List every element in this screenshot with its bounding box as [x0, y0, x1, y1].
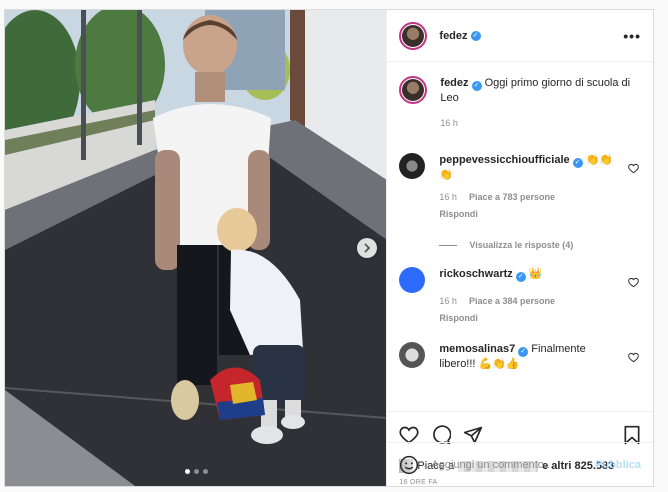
comment-item: memosalinas7 ✓ Finalmente libero!!! 💪👏👍: [399, 342, 641, 372]
view-replies-button[interactable]: Visualizza le risposte (4): [439, 240, 641, 250]
caption-avatar[interactable]: [399, 76, 428, 104]
comments-list[interactable]: fedez ✓ Oggi primo giorno di scuola di Le…: [387, 62, 653, 411]
verified-badge-icon: ✓: [515, 272, 526, 282]
comment-likes[interactable]: Piace a 384 persone: [469, 294, 555, 309]
post-modal: fedez ✓ ••• fedez ✓ Oggi primo giorno di …: [4, 9, 654, 487]
verified-badge-icon: ✓: [572, 158, 583, 168]
comment-input[interactable]: [431, 458, 596, 471]
carousel-dot: [194, 469, 199, 474]
view-replies-label: Visualizza le risposte (4): [469, 240, 574, 250]
comment-item: peppevessicchioufficiale ✓ 👏👏👏 16 h Piace…: [399, 153, 641, 222]
chevron-right-icon: [364, 243, 371, 253]
verified-badge-icon: ✓: [470, 30, 481, 41]
post-header: fedez ✓ •••: [387, 10, 653, 62]
carousel-dots: [185, 469, 208, 474]
publish-button[interactable]: Pubblica: [595, 459, 641, 471]
reply-button[interactable]: Rispondi: [439, 311, 621, 326]
divider-line: [439, 244, 458, 246]
comment-item: rickoschwartz ✓ 👑 16 h Piace a 384 person…: [399, 267, 641, 326]
comment-heart-icon[interactable]: [628, 163, 639, 174]
comment-time[interactable]: 16 h: [439, 190, 457, 205]
caption: fedez ✓ Oggi primo giorno di scuola di Le…: [399, 76, 641, 131]
emoji-icon[interactable]: [399, 455, 419, 475]
verified-badge-icon: ✓: [518, 347, 529, 357]
comment-heart-icon[interactable]: [628, 352, 639, 363]
post-side-panel: fedez ✓ ••• fedez ✓ Oggi primo giorno di …: [386, 10, 653, 486]
add-comment-bar: Pubblica: [387, 442, 653, 486]
commenter-avatar[interactable]: [399, 267, 426, 293]
comment-text: 👑: [528, 268, 543, 280]
comment-username[interactable]: memosalinas7: [439, 343, 515, 355]
comment-likes[interactable]: Piace a 783 persone: [469, 190, 555, 205]
carousel-dot: [203, 469, 208, 474]
comment-username[interactable]: rickoschwartz: [439, 268, 512, 280]
comment-username[interactable]: peppevessicchioufficiale: [439, 154, 569, 166]
more-options-icon[interactable]: •••: [623, 28, 641, 44]
carousel-dot-active: [185, 469, 190, 474]
comment-time[interactable]: 16 h: [439, 294, 457, 309]
verified-badge-icon: ✓: [471, 81, 482, 91]
commenter-avatar[interactable]: [399, 153, 426, 179]
reply-button[interactable]: Rispondi: [439, 207, 621, 222]
photo-image: [5, 10, 387, 486]
post-photo[interactable]: [5, 10, 387, 486]
caption-time[interactable]: 16 h: [440, 116, 458, 131]
comment-heart-icon[interactable]: [628, 277, 639, 288]
caption-username[interactable]: fedez: [440, 77, 468, 89]
author-avatar[interactable]: [399, 21, 428, 50]
author-username[interactable]: fedez: [439, 30, 467, 42]
commenter-avatar[interactable]: [399, 342, 426, 368]
